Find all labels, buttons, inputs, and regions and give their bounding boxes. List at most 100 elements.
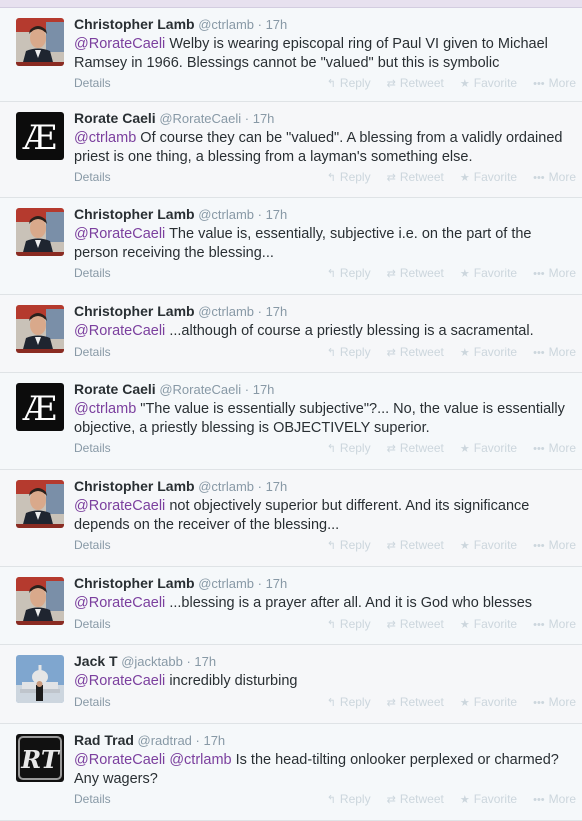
favorite-button[interactable]: ★ Favorite <box>460 538 517 552</box>
mention-link[interactable]: @RorateCaeli <box>74 226 165 242</box>
reply-button[interactable]: ↰ Reply <box>327 441 371 455</box>
tweet-item[interactable]: Christopher Lamb @ctrlamb · 17h @RorateCa… <box>0 8 582 102</box>
tweet-timestamp[interactable]: 17h <box>266 207 288 222</box>
details-link[interactable]: Details <box>74 695 111 709</box>
retweet-button[interactable]: ⇄ Retweet <box>387 538 444 552</box>
tweet-item[interactable]: RT Rad Trad @radtrad · 17h @RorateCaeli @c… <box>0 724 582 821</box>
capitol-avatar[interactable] <box>16 655 64 703</box>
mention-link[interactable]: @RorateCaeli <box>74 498 165 514</box>
tweet-item[interactable]: Æ Rorate Caeli @RorateCaeli · 17h @ctrlamb… <box>0 373 582 470</box>
mention-link[interactable]: @RorateCaeli <box>74 752 165 768</box>
author-name[interactable]: Rorate Caeli <box>74 381 156 397</box>
author-handle[interactable]: @jacktabb <box>118 654 183 669</box>
retweet-button[interactable]: ⇄ Retweet <box>387 266 444 280</box>
reply-button[interactable]: ↰ Reply <box>327 617 371 631</box>
reply-button[interactable]: ↰ Reply <box>327 345 371 359</box>
more-button[interactable]: ••• More <box>533 792 576 806</box>
more-button[interactable]: ••• More <box>533 538 576 552</box>
tweet-timestamp[interactable]: 17h <box>203 733 225 748</box>
more-button[interactable]: ••• More <box>533 76 576 90</box>
details-link[interactable]: Details <box>74 792 111 806</box>
retweet-button[interactable]: ⇄ Retweet <box>387 76 444 90</box>
lamb-avatar[interactable] <box>16 577 64 625</box>
author-name[interactable]: Christopher Lamb <box>74 206 195 222</box>
reply-button[interactable]: ↰ Reply <box>327 76 371 90</box>
tweet-item[interactable]: Christopher Lamb @ctrlamb · 17h @RorateCa… <box>0 295 582 373</box>
favorite-button[interactable]: ★ Favorite <box>460 695 517 709</box>
mention-link[interactable]: @ctrlamb <box>74 130 136 146</box>
favorite-button[interactable]: ★ Favorite <box>460 792 517 806</box>
favorite-button[interactable]: ★ Favorite <box>460 617 517 631</box>
mention-link[interactable]: @ctrlamb <box>74 401 136 417</box>
tweet-timestamp[interactable]: 17h <box>266 17 288 32</box>
reply-button[interactable]: ↰ Reply <box>327 792 371 806</box>
more-button[interactable]: ••• More <box>533 345 576 359</box>
details-link[interactable]: Details <box>74 345 111 359</box>
author-handle[interactable]: @RorateCaeli <box>156 382 241 397</box>
mention-link[interactable]: @RorateCaeli <box>74 673 165 689</box>
retweet-button[interactable]: ⇄ Retweet <box>387 441 444 455</box>
lamb-avatar[interactable] <box>16 18 64 66</box>
tweet-item[interactable]: Christopher Lamb @ctrlamb · 17h @RorateCa… <box>0 470 582 567</box>
details-link[interactable]: Details <box>74 538 111 552</box>
favorite-button[interactable]: ★ Favorite <box>460 345 517 359</box>
ae-avatar[interactable]: Æ <box>16 112 64 160</box>
author-name[interactable]: Rad Trad <box>74 732 134 748</box>
tweet-timestamp[interactable]: 17h <box>194 654 216 669</box>
tweet-timestamp[interactable]: 17h <box>266 576 288 591</box>
mention-link[interactable]: @RorateCaeli <box>74 595 165 611</box>
tweet-item[interactable]: Christopher Lamb @ctrlamb · 17h @RorateCa… <box>0 198 582 295</box>
details-link[interactable]: Details <box>74 617 111 631</box>
tweet-item[interactable]: Christopher Lamb @ctrlamb · 17h @RorateCa… <box>0 567 582 645</box>
retweet-button[interactable]: ⇄ Retweet <box>387 617 444 631</box>
lamb-avatar[interactable] <box>16 208 64 256</box>
details-link[interactable]: Details <box>74 76 111 90</box>
rt-avatar[interactable]: RT <box>16 734 64 782</box>
author-handle[interactable]: @ctrlamb <box>195 576 254 591</box>
retweet-button[interactable]: ⇄ Retweet <box>387 792 444 806</box>
author-handle[interactable]: @ctrlamb <box>195 207 254 222</box>
reply-button[interactable]: ↰ Reply <box>327 538 371 552</box>
ae-avatar[interactable]: Æ <box>16 383 64 431</box>
favorite-button[interactable]: ★ Favorite <box>460 76 517 90</box>
details-link[interactable]: Details <box>74 170 111 184</box>
author-name[interactable]: Christopher Lamb <box>74 575 195 591</box>
tweet-timestamp[interactable]: 17h <box>253 382 275 397</box>
author-handle[interactable]: @RorateCaeli <box>156 111 241 126</box>
favorite-button[interactable]: ★ Favorite <box>460 266 517 280</box>
mention-link[interactable]: @RorateCaeli <box>74 323 165 339</box>
reply-button[interactable]: ↰ Reply <box>327 695 371 709</box>
tweet-timestamp[interactable]: 17h <box>266 479 288 494</box>
more-button[interactable]: ••• More <box>533 170 576 184</box>
author-name[interactable]: Christopher Lamb <box>74 303 195 319</box>
tweet-timestamp[interactable]: 17h <box>253 111 275 126</box>
author-handle[interactable]: @ctrlamb <box>195 17 254 32</box>
author-name[interactable]: Christopher Lamb <box>74 16 195 32</box>
reply-button[interactable]: ↰ Reply <box>327 266 371 280</box>
tweet-timestamp[interactable]: 17h <box>266 304 288 319</box>
more-button[interactable]: ••• More <box>533 695 576 709</box>
retweet-button[interactable]: ⇄ Retweet <box>387 170 444 184</box>
author-handle[interactable]: @ctrlamb <box>195 479 254 494</box>
author-handle[interactable]: @ctrlamb <box>195 304 254 319</box>
more-button[interactable]: ••• More <box>533 617 576 631</box>
favorite-button[interactable]: ★ Favorite <box>460 441 517 455</box>
author-name[interactable]: Christopher Lamb <box>74 478 195 494</box>
mention-link[interactable]: @RorateCaeli <box>74 36 165 52</box>
tweet-item[interactable]: Jack T @jacktabb · 17h @RorateCaeli incre… <box>0 645 582 724</box>
author-handle[interactable]: @radtrad <box>134 733 192 748</box>
author-name[interactable]: Jack T <box>74 653 118 669</box>
retweet-button[interactable]: ⇄ Retweet <box>387 345 444 359</box>
more-button[interactable]: ••• More <box>533 266 576 280</box>
more-button[interactable]: ••• More <box>533 441 576 455</box>
lamb-avatar[interactable] <box>16 305 64 353</box>
retweet-button[interactable]: ⇄ Retweet <box>387 695 444 709</box>
details-link[interactable]: Details <box>74 441 111 455</box>
details-link[interactable]: Details <box>74 266 111 280</box>
mention-link[interactable]: @ctrlamb <box>169 752 231 768</box>
author-name[interactable]: Rorate Caeli <box>74 110 156 126</box>
tweet-item[interactable]: Æ Rorate Caeli @RorateCaeli · 17h @ctrlamb… <box>0 102 582 198</box>
lamb-avatar[interactable] <box>16 480 64 528</box>
favorite-button[interactable]: ★ Favorite <box>460 170 517 184</box>
reply-button[interactable]: ↰ Reply <box>327 170 371 184</box>
